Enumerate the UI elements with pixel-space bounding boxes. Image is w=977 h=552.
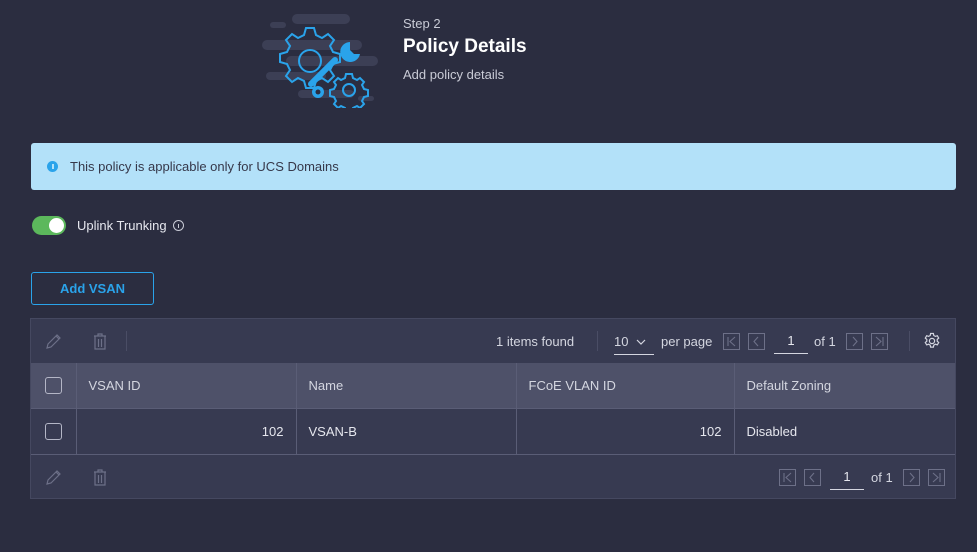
uplink-trunking-label: Uplink Trunking	[77, 218, 167, 233]
per-page-label: per page	[661, 333, 713, 349]
vsan-grid: VSAN ID Name FCoE VLAN ID Default Zoning…	[31, 363, 955, 455]
chevron-left-icon	[753, 336, 759, 347]
edit-icon[interactable]	[44, 331, 64, 351]
next-page-button[interactable]	[903, 468, 920, 486]
cell-default-zoning: Disabled	[733, 407, 955, 455]
per-page-value: 10	[614, 334, 629, 349]
column-header-name[interactable]: Name	[295, 363, 517, 409]
table-footer: of 1	[31, 455, 955, 500]
column-header-fcoe-vlan-id[interactable]: FCoE VLAN ID	[515, 363, 735, 409]
page-number-input[interactable]	[774, 328, 808, 354]
last-page-button[interactable]	[871, 333, 888, 350]
add-vsan-button[interactable]: Add VSAN	[31, 272, 154, 305]
last-page-icon	[875, 336, 884, 347]
table-row[interactable]: 102 VSAN-B 102 Disabled	[31, 407, 955, 455]
first-page-icon	[727, 336, 736, 347]
info-banner: This policy is applicable only for UCS D…	[31, 143, 956, 190]
step-label: Step 2	[403, 16, 441, 31]
gears-wrench-icon	[262, 14, 378, 108]
chevron-right-icon	[909, 472, 915, 482]
row-select-cell	[31, 407, 77, 455]
chevron-right-icon	[852, 336, 858, 347]
chevron-left-icon	[809, 472, 815, 482]
trash-icon[interactable]	[90, 467, 110, 487]
cell-fcoe-vlan-id: 102	[515, 407, 735, 455]
prev-page-button[interactable]	[804, 468, 821, 486]
uplink-trunking-row: Uplink Trunking	[32, 216, 184, 235]
toolbar-divider	[126, 331, 127, 351]
last-page-button[interactable]	[928, 468, 945, 486]
info-outline-icon[interactable]	[172, 220, 184, 231]
info-banner-text: This policy is applicable only for UCS D…	[70, 159, 339, 174]
last-page-icon	[932, 472, 941, 482]
uplink-trunking-toggle[interactable]	[32, 216, 66, 235]
per-page-select[interactable]: 10	[614, 329, 654, 355]
cell-vsan-id: 102	[75, 407, 297, 455]
first-page-icon	[783, 472, 792, 482]
table-toolbar: 1 items found 10 per page of 1	[31, 319, 955, 363]
column-header-vsan-id[interactable]: VSAN ID	[75, 363, 297, 409]
toolbar-divider	[909, 331, 910, 351]
toolbar-divider	[597, 331, 598, 351]
table-header-row: VSAN ID Name FCoE VLAN ID Default Zoning	[31, 363, 955, 409]
chevron-down-icon	[637, 339, 646, 345]
select-all-checkbox[interactable]	[44, 376, 62, 394]
column-header-default-zoning[interactable]: Default Zoning	[733, 363, 955, 409]
page-number-input[interactable]	[830, 463, 864, 490]
trash-icon[interactable]	[90, 331, 110, 351]
toggle-knob	[49, 218, 64, 233]
edit-icon[interactable]	[44, 467, 64, 487]
select-all-cell	[31, 363, 77, 409]
page-title: Policy Details	[403, 36, 527, 57]
step-header: Step 2 Policy Details Add policy details	[403, 16, 527, 82]
page-of: of 1	[814, 333, 836, 349]
first-page-button[interactable]	[779, 468, 796, 486]
vsan-table: 1 items found 10 per page of 1	[30, 318, 956, 499]
page-of: of 1	[871, 469, 893, 485]
items-found: 1 items found	[496, 333, 575, 349]
info-icon	[47, 161, 58, 172]
gear-icon[interactable]	[922, 331, 942, 351]
row-checkbox[interactable]	[44, 422, 62, 440]
first-page-button[interactable]	[723, 333, 740, 350]
next-page-button[interactable]	[846, 333, 863, 350]
prev-page-button[interactable]	[748, 333, 765, 350]
cell-name: VSAN-B	[295, 407, 517, 455]
page-subtitle: Add policy details	[403, 67, 505, 82]
